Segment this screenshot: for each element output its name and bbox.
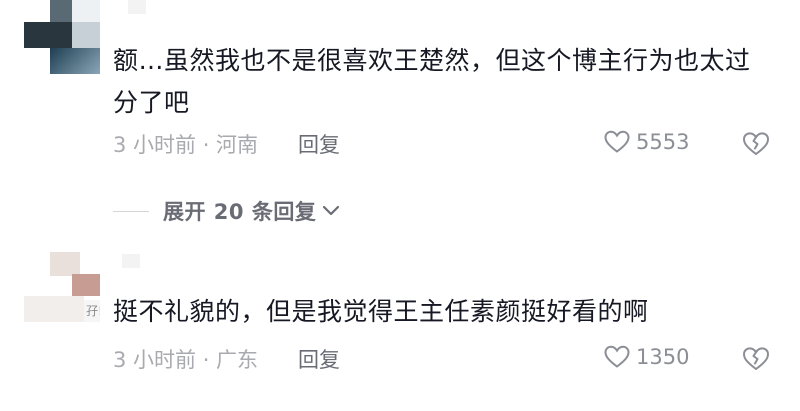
like-count: 1350	[636, 345, 690, 369]
divider	[113, 210, 149, 212]
avatar[interactable]: 孖!	[24, 252, 100, 328]
comment-text: 额…虽然我也不是很喜欢王楚然，但这个博主行为也太过分了吧	[113, 46, 751, 117]
heart-icon	[604, 345, 630, 368]
avatar[interactable]	[24, 0, 100, 76]
avatar-fragment-text: 孖!	[86, 304, 100, 318]
comment-item: 孖! 挺不礼貌的，但是我觉得王主任素颜挺好看的啊 3 小时前 · 广东 回复 1…	[0, 240, 800, 411]
reply-button[interactable]: 回复	[298, 344, 340, 374]
image-fragment	[128, 0, 146, 14]
heart-icon	[604, 130, 630, 153]
image-fragment	[122, 254, 140, 268]
expand-replies-label: 展开 20 条回复	[163, 200, 317, 224]
comment-time-location: 3 小时前 · 河南	[113, 133, 259, 157]
chevron-down-icon	[323, 205, 340, 216]
broken-heart-icon[interactable]	[742, 346, 770, 372]
reply-button[interactable]: 回复	[298, 129, 340, 159]
like-count: 5553	[636, 130, 690, 154]
comment-item: 额…虽然我也不是很喜欢王楚然，但这个博主行为也太过分了吧 3 小时前 · 河南 …	[0, 0, 800, 180]
comment-text: 挺不礼貌的，但是我觉得王主任素颜挺好看的啊	[113, 297, 649, 326]
like-button[interactable]: 1350	[604, 345, 689, 369]
comment-time-location: 3 小时前 · 广东	[113, 348, 259, 372]
like-button[interactable]: 5553	[604, 130, 689, 154]
expand-replies-button[interactable]: 展开 20 条回复	[113, 196, 340, 226]
broken-heart-icon[interactable]	[742, 131, 770, 157]
